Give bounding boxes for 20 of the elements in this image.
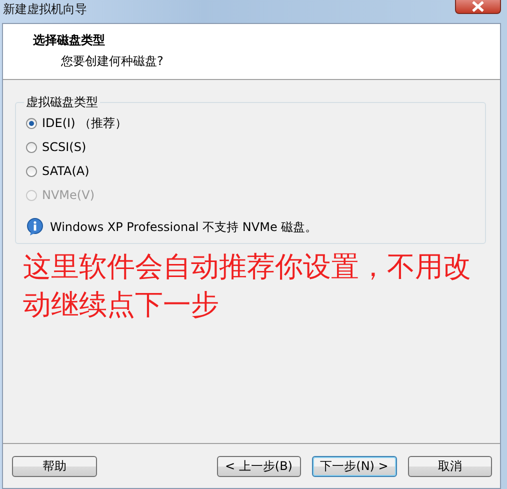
radio-button[interactable] — [26, 166, 37, 176]
option-label: SCSI(S) — [42, 140, 86, 154]
option-label: IDE(I) （推荐） — [42, 114, 128, 132]
cancel-button[interactable]: 取消 — [408, 456, 492, 476]
info-icon — [26, 218, 44, 236]
radio-button[interactable] — [26, 142, 37, 152]
help-button[interactable]: 帮助 — [12, 456, 96, 476]
next-button[interactable]: 下一步(N) > — [312, 456, 396, 476]
close-button[interactable] — [455, 0, 501, 14]
radio-button[interactable] — [26, 118, 37, 128]
option-label: SATA(A) — [42, 164, 90, 178]
info-message: Windows XP Professional 不支持 NVMe 磁盘。 — [50, 218, 318, 236]
window-title: 新建虚拟机向导 — [3, 1, 87, 18]
close-icon — [471, 1, 485, 12]
group-label: 虚拟磁盘类型 — [25, 94, 99, 111]
annotation-text: 这里软件会自动推荐你设置，不用改动继续点下一步 — [23, 249, 472, 323]
page-subtitle: 您要创建何种磁盘? — [61, 53, 164, 70]
option-label: NVMe(V) — [42, 188, 94, 202]
back-button[interactable]: < 上一步(B) — [216, 456, 301, 476]
page-title: 选择磁盘类型 — [33, 32, 106, 49]
